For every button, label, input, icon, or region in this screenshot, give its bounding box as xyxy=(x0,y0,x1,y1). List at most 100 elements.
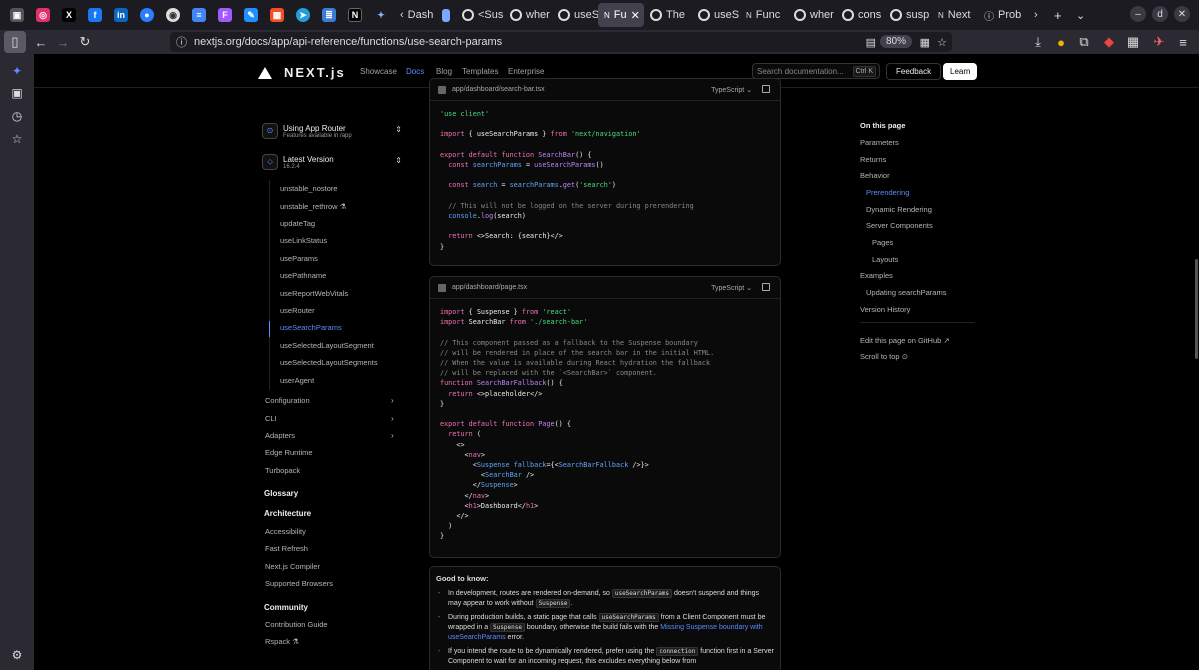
chrome-icon[interactable]: ◉ xyxy=(160,1,186,29)
toc-item-prerendering[interactable]: Prerendering xyxy=(866,188,909,197)
scroll-to-top-link[interactable]: Scroll to top ⊙ xyxy=(860,352,908,361)
toc-item-dynamic-rendering[interactable]: Dynamic Rendering xyxy=(866,205,932,214)
microsoft-icon[interactable]: ▦ xyxy=(264,1,290,29)
url-bar[interactable]: ⓘ nextjs.org/docs/app/api-reference/func… xyxy=(170,32,952,52)
addon-icon[interactable]: ◆ xyxy=(1098,31,1120,53)
profile-icon[interactable]: d xyxy=(1152,6,1168,22)
minimize-icon[interactable]: – xyxy=(1130,6,1146,22)
sidebar-item-usepathname[interactable]: usePathname xyxy=(280,271,326,280)
back-icon[interactable]: ← xyxy=(30,31,52,53)
apps-icon[interactable]: ▦ xyxy=(1122,31,1144,53)
tab-6[interactable]: useS xyxy=(692,3,740,27)
sidebar-item-nextjs-compiler[interactable]: Next.js Compiler xyxy=(265,562,320,571)
bookmarks-icon[interactable]: ☆ xyxy=(9,132,25,148)
tab-11[interactable]: N Next xyxy=(932,3,978,27)
sidebar-item-contribution-guide[interactable]: Contribution Guide xyxy=(265,620,328,629)
copy-icon[interactable] xyxy=(762,85,770,93)
site-info-icon[interactable]: ⓘ xyxy=(176,34,187,50)
window-close-icon[interactable]: ✕ xyxy=(1174,6,1190,22)
chevron-right-icon[interactable]: › xyxy=(1028,3,1048,27)
extensions-icon[interactable]: ⧉ xyxy=(1073,31,1095,53)
telegram-icon[interactable]: ➤ xyxy=(290,1,316,29)
search-input[interactable]: Search documentation... Ctrl K xyxy=(752,63,880,79)
page-scrollbar[interactable] xyxy=(1195,259,1198,359)
pocket-icon[interactable]: ✈ xyxy=(1148,31,1170,53)
next-icon[interactable]: N xyxy=(342,1,368,29)
ai-chat-icon[interactable]: ✦ xyxy=(9,64,25,80)
close-icon[interactable]: ✕ xyxy=(631,9,640,22)
nav-blog[interactable]: Blog xyxy=(436,67,452,76)
facebook-icon[interactable]: f xyxy=(82,1,108,29)
linkedin-icon[interactable]: in xyxy=(108,1,134,29)
nav-enterprise[interactable]: Enterprise xyxy=(508,67,544,76)
sidebar-toggle-icon[interactable]: ▣ xyxy=(4,1,30,29)
notes-icon[interactable]: ✎ xyxy=(238,1,264,29)
sidebar-item-accessibility[interactable]: Accessibility xyxy=(265,527,306,536)
nav-showcase[interactable]: Showcase xyxy=(360,67,397,76)
sidebar-item-unstable-rethrow[interactable]: unstable_rethrow ⚗ xyxy=(280,202,346,211)
tab-7[interactable]: N Func xyxy=(740,3,788,27)
tabs-icon[interactable]: ▣ xyxy=(9,86,25,102)
nav-docs[interactable]: Docs xyxy=(406,67,424,76)
toc-item-examples[interactable]: Examples xyxy=(860,271,893,280)
sidebar-item-glossary[interactable]: Glossary xyxy=(264,489,298,498)
toc-item-pages[interactable]: Pages xyxy=(872,238,893,247)
reload-icon[interactable]: ↻ xyxy=(74,31,96,53)
tab-5[interactable]: The xyxy=(644,3,692,27)
nav-templates[interactable]: Templates xyxy=(462,67,498,76)
toc-item-server-components[interactable]: Server Components xyxy=(866,221,933,230)
zoom-badge[interactable]: 80% xyxy=(879,35,912,48)
sidebar-item-useselectedlayoutsegment[interactable]: useSelectedLayoutSegment xyxy=(280,341,374,350)
sidebar-item-adapters[interactable]: Adapters xyxy=(265,431,295,440)
sidebar-item-unstable-nostore[interactable]: unstable_nostore xyxy=(280,184,338,193)
copy-icon[interactable] xyxy=(762,283,770,291)
tab-1[interactable]: <Sus xyxy=(456,3,504,27)
edit-on-github-link[interactable]: Edit this page on GitHub ↗ xyxy=(860,336,950,345)
sidebar-item-useselectedlayoutsegments[interactable]: useSelectedLayoutSegments xyxy=(280,358,378,367)
new-tab-icon[interactable]: + xyxy=(1048,3,1070,27)
site-logo[interactable]: NEXT.js xyxy=(258,65,346,80)
sidebar-item-cli[interactable]: CLI xyxy=(265,414,277,423)
router-picker[interactable]: ⊙ Using App Router Features available in … xyxy=(262,120,402,142)
language-select[interactable]: TypeScript ⌄ xyxy=(711,284,752,292)
history-icon[interactable]: ◷ xyxy=(9,109,25,125)
tab-8[interactable]: wher xyxy=(788,3,836,27)
list-icon[interactable]: ≣ xyxy=(316,1,342,29)
learn-button[interactable]: Learn xyxy=(943,63,978,80)
tab-9[interactable]: cons xyxy=(836,3,884,27)
sidebar-icon[interactable]: ▯ xyxy=(4,31,26,53)
reader-icon[interactable]: ▤ xyxy=(866,36,876,49)
bookmark-star-icon[interactable]: ☆ xyxy=(937,36,947,49)
account-icon[interactable]: ● xyxy=(1050,31,1072,53)
toc-item-parameters[interactable]: Parameters xyxy=(860,138,899,147)
toc-item-layouts[interactable]: Layouts xyxy=(872,255,898,264)
sidebar-item-updatetag[interactable]: updateTag xyxy=(280,219,315,228)
language-select[interactable]: TypeScript ⌄ xyxy=(711,86,752,94)
feedback-button[interactable]: Feedback xyxy=(886,63,942,80)
sidebar-item-useragent[interactable]: userAgent xyxy=(280,376,314,385)
tab-0[interactable]: ‹ Dash xyxy=(394,3,436,27)
sidebar-item-uselinkstatus[interactable]: useLinkStatus xyxy=(280,236,327,245)
tab-blue[interactable] xyxy=(436,3,456,27)
tab-10[interactable]: susp xyxy=(884,3,932,27)
doc-icon[interactable]: ≡ xyxy=(186,1,212,29)
settings-icon[interactable]: ⚙ xyxy=(9,648,25,664)
toc-item-updating-searchparams[interactable]: Updating searchParams xyxy=(866,288,946,297)
sidebar-item-rspack[interactable]: Rspack ⚗ xyxy=(265,637,299,646)
tab-list-icon[interactable]: ⌄ xyxy=(1070,3,1092,27)
instagram-icon[interactable]: ◎ xyxy=(30,1,56,29)
toc-item-returns[interactable]: Returns xyxy=(860,155,886,164)
sidebar-item-userouter[interactable]: useRouter xyxy=(280,306,315,315)
sidebar-item-supported-browsers[interactable]: Supported Browsers xyxy=(265,579,333,588)
x-icon[interactable]: X xyxy=(56,1,82,29)
ai-icon[interactable]: ✦ xyxy=(368,1,394,29)
sidebar-item-fast-refresh[interactable]: Fast Refresh xyxy=(265,544,308,553)
sidebar-item-configuration[interactable]: Configuration xyxy=(265,396,310,405)
forward-icon[interactable]: → xyxy=(52,31,74,53)
figma-icon[interactable]: F xyxy=(212,1,238,29)
tab-3[interactable]: useS xyxy=(552,3,598,27)
sidebar-item-turbopack[interactable]: Turbopack xyxy=(265,466,300,475)
sidebar-item-usesearchparams[interactable]: useSearchParams xyxy=(280,323,342,332)
qr-icon[interactable]: ▦ xyxy=(920,36,930,49)
toc-item-version-history[interactable]: Version History xyxy=(860,305,910,314)
